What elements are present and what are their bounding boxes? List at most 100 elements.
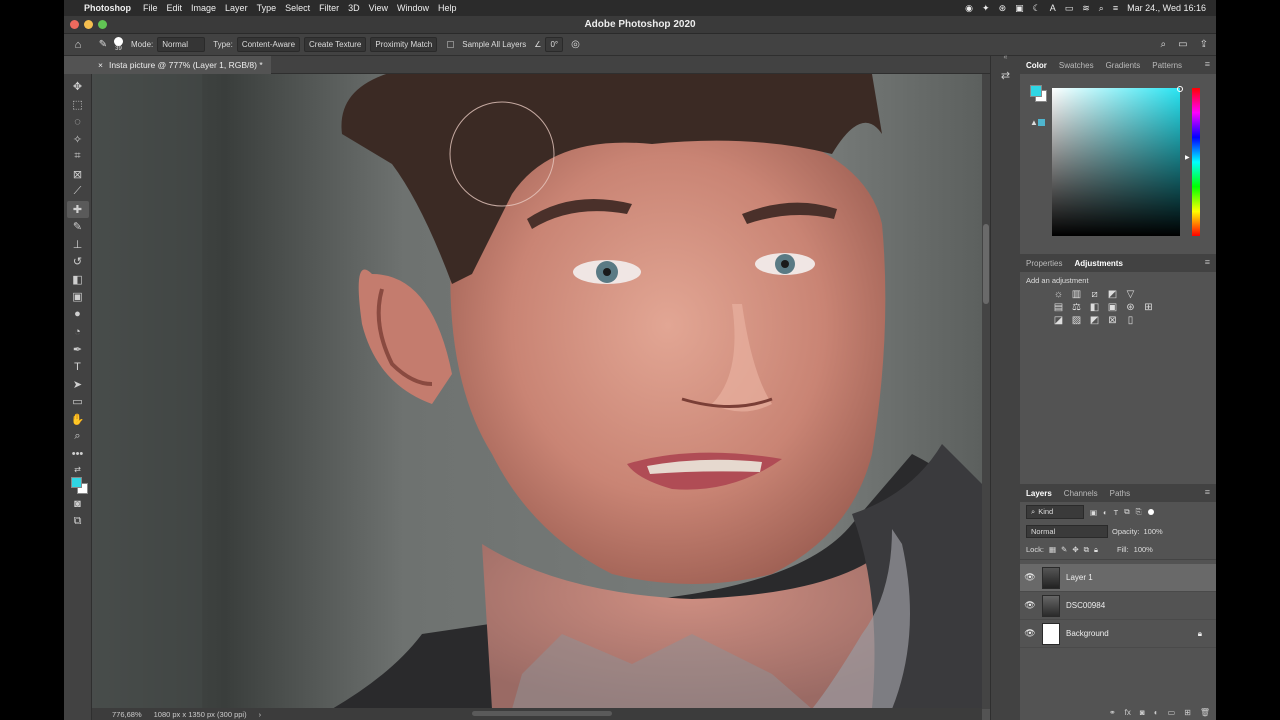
- layer-row[interactable]: 👁︎ Background 🔒︎: [1020, 620, 1216, 648]
- app-menu[interactable]: Photoshop: [84, 3, 131, 13]
- more-tools-icon[interactable]: •••: [67, 446, 89, 464]
- layer-name[interactable]: Layer 1: [1066, 573, 1093, 582]
- new-layer-icon[interactable]: ⊞: [1184, 708, 1191, 717]
- cc-icon[interactable]: ⊛: [999, 3, 1007, 14]
- keyboard-icon[interactable]: A: [1050, 3, 1056, 13]
- foreground-color-swatch[interactable]: [70, 477, 82, 488]
- home-icon[interactable]: ⌂: [64, 39, 92, 51]
- type-content-aware[interactable]: Content-Aware: [236, 37, 301, 52]
- levels-icon[interactable]: ▥: [1068, 289, 1085, 300]
- filter-smart-icon[interactable]: ⎘: [1136, 507, 1142, 517]
- layer-name[interactable]: DSC00984: [1066, 601, 1105, 610]
- menu-window[interactable]: Window: [397, 3, 429, 13]
- default-colors-icon[interactable]: ⇄: [67, 463, 89, 475]
- dodge-tool-icon[interactable]: ◔: [67, 323, 89, 341]
- history-panel-icon[interactable]: ⇄: [991, 69, 1020, 82]
- filter-pixel-icon[interactable]: ▣: [1090, 508, 1097, 517]
- display-icon[interactable]: ▣: [1015, 3, 1024, 14]
- layer-filter-select[interactable]: ⌕ Kind: [1026, 505, 1084, 519]
- rectangle-tool-icon[interactable]: ▭: [67, 393, 89, 411]
- healing-brush-tool-icon[interactable]: ✚: [66, 200, 89, 218]
- zoom-window-icon[interactable]: [98, 20, 107, 29]
- tab-patterns[interactable]: Patterns: [1152, 61, 1182, 70]
- color-lookup-icon[interactable]: ⊞: [1140, 302, 1157, 313]
- history-brush-tool-icon[interactable]: ↺: [67, 253, 89, 271]
- hue-saturation-icon[interactable]: ▤: [1050, 302, 1067, 313]
- posterize-icon[interactable]: ▨: [1068, 315, 1085, 326]
- menu-filter[interactable]: Filter: [319, 3, 339, 13]
- menu-edit[interactable]: Edit: [167, 3, 183, 13]
- close-window-icon[interactable]: [70, 20, 79, 29]
- filter-type-icon[interactable]: T: [1114, 508, 1119, 517]
- path-select-tool-icon[interactable]: ➤: [67, 376, 89, 394]
- lock-all-icon[interactable]: 🔒︎: [1094, 545, 1098, 555]
- tab-paths[interactable]: Paths: [1110, 489, 1130, 498]
- hue-slider-handle[interactable]: ▶: [1185, 154, 1190, 161]
- blend-mode-select[interactable]: Normal: [1026, 524, 1108, 538]
- menu-type[interactable]: Type: [257, 3, 277, 13]
- menu-3d[interactable]: 3D: [348, 3, 360, 13]
- color-picker-field[interactable]: [1052, 86, 1183, 236]
- collapse-panels-icon[interactable]: «: [991, 54, 1020, 61]
- layer-name[interactable]: Background: [1066, 629, 1109, 638]
- layers-menu-icon[interactable]: ≡: [1205, 487, 1210, 497]
- add-style-icon[interactable]: fx: [1125, 708, 1131, 717]
- panel-menu-icon[interactable]: ≡: [1205, 59, 1210, 69]
- tab-gradients[interactable]: Gradients: [1106, 61, 1141, 70]
- wifi-icon[interactable]: ≋: [1082, 3, 1090, 14]
- curves-icon[interactable]: ⧄: [1086, 289, 1103, 300]
- filter-shape-icon[interactable]: ⧉: [1124, 507, 1129, 517]
- tab-swatches[interactable]: Swatches: [1059, 61, 1094, 70]
- black-white-icon[interactable]: ◧: [1086, 302, 1103, 313]
- link-layers-icon[interactable]: ⚭: [1109, 708, 1116, 717]
- photo-filter-icon[interactable]: ▣: [1104, 302, 1121, 313]
- healing-brush-preset-icon[interactable]: ✎: [92, 39, 114, 50]
- new-adjustment-icon[interactable]: ◐: [1154, 708, 1159, 717]
- opacity-input[interactable]: 100%: [1144, 527, 1163, 536]
- new-group-icon[interactable]: ▭: [1168, 708, 1176, 717]
- tab-color[interactable]: Color: [1026, 61, 1047, 70]
- fill-input[interactable]: 100%: [1134, 545, 1153, 554]
- quick-select-tool-icon[interactable]: ✧: [67, 131, 89, 149]
- filter-toggle-icon[interactable]: [1147, 509, 1154, 515]
- pen-tool-icon[interactable]: ✒: [67, 341, 89, 359]
- type-proximity-match[interactable]: Proximity Match: [370, 37, 438, 52]
- status-arrow-icon[interactable]: ›: [259, 710, 262, 719]
- gradient-tool-icon[interactable]: ▣: [67, 288, 89, 306]
- workspace-icon[interactable]: ▭: [1178, 39, 1187, 50]
- threshold-icon[interactable]: ◩: [1086, 315, 1103, 326]
- frame-tool-icon[interactable]: ⊠: [67, 166, 89, 184]
- move-tool-icon[interactable]: ✥: [67, 78, 89, 96]
- menu-layer[interactable]: Layer: [225, 3, 248, 13]
- brush-tool-icon[interactable]: ✎: [67, 218, 89, 236]
- crop-tool-icon[interactable]: ⌗: [67, 148, 89, 166]
- screen-mode-icon[interactable]: ⧉: [67, 513, 89, 531]
- tab-adjustments[interactable]: Adjustments: [1074, 259, 1122, 268]
- tab-channels[interactable]: Channels: [1064, 489, 1098, 498]
- control-center-icon[interactable]: ≡: [1113, 3, 1118, 13]
- add-mask-icon[interactable]: ◙: [1140, 708, 1145, 717]
- moon-icon[interactable]: ☾: [1033, 3, 1041, 14]
- eye-icon[interactable]: 👁︎: [1020, 628, 1040, 639]
- wand-status-icon[interactable]: ✦: [982, 3, 990, 14]
- battery-icon[interactable]: ▭: [1065, 3, 1074, 14]
- minimize-window-icon[interactable]: [84, 20, 93, 29]
- quick-mask-icon[interactable]: ◙: [67, 495, 89, 513]
- adjustments-menu-icon[interactable]: ≡: [1205, 257, 1210, 267]
- sample-all-layers-checkbox[interactable]: [447, 41, 455, 48]
- layer-row[interactable]: 👁︎ DSC00984: [1020, 592, 1216, 620]
- document-tab[interactable]: × Insta picture @ 777% (Layer 1, RGB/8) …: [92, 56, 271, 74]
- menu-select[interactable]: Select: [285, 3, 310, 13]
- eraser-tool-icon[interactable]: ◧: [67, 271, 89, 289]
- color-balance-icon[interactable]: ⚖: [1068, 302, 1085, 313]
- clock[interactable]: Mar 24., Wed 16:16: [1127, 3, 1206, 13]
- brush-preset-picker[interactable]: 39: [114, 37, 123, 52]
- delete-layer-icon[interactable]: 🗑︎: [1200, 708, 1210, 717]
- lock-transparent-icon[interactable]: ▦: [1049, 545, 1056, 554]
- type-tool-icon[interactable]: T: [67, 358, 89, 376]
- marquee-tool-icon[interactable]: ⬚: [67, 96, 89, 114]
- close-tab-icon[interactable]: ×: [98, 56, 103, 74]
- menu-help[interactable]: Help: [438, 3, 457, 13]
- lock-pixels-icon[interactable]: ✎: [1061, 545, 1067, 554]
- lasso-tool-icon[interactable]: ◌: [67, 113, 89, 131]
